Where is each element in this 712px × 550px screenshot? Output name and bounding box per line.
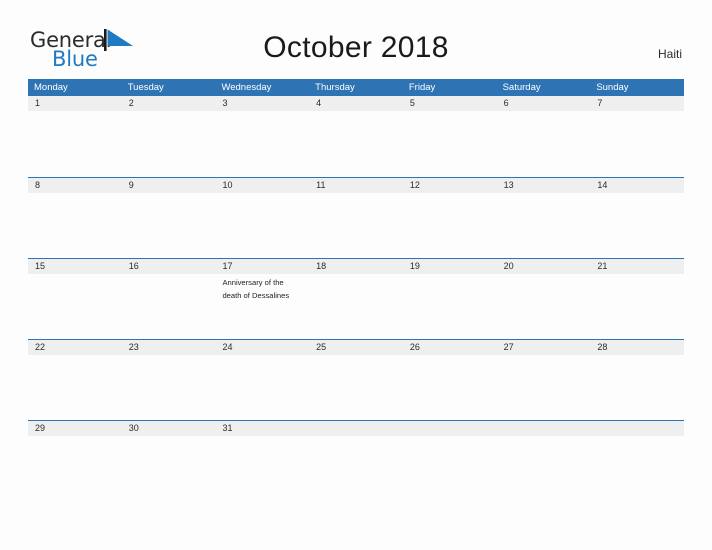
day-event (497, 193, 591, 258)
calendar-grid: Monday Tuesday Wednesday Thursday Friday… (28, 79, 684, 501)
day-number-empty (590, 421, 684, 436)
week-number-band: 1 2 3 4 5 6 7 (28, 96, 684, 111)
day-number[interactable]: 29 (28, 421, 122, 436)
day-event (590, 274, 684, 339)
day-event (309, 111, 403, 176)
country-label: Haiti (657, 47, 682, 61)
day-number[interactable]: 10 (215, 178, 309, 193)
day-event (28, 111, 122, 176)
weekday-header-thursday: Thursday (315, 82, 355, 93)
day-number[interactable]: 22 (28, 340, 122, 355)
day-event (590, 111, 684, 176)
day-number[interactable]: 4 (309, 96, 403, 111)
day-event (590, 436, 684, 501)
day-event (122, 111, 216, 176)
week-number-band: 22 23 24 25 26 27 28 (28, 340, 684, 355)
day-number-empty (309, 421, 403, 436)
day-number[interactable]: 16 (122, 259, 216, 274)
day-number[interactable]: 24 (215, 340, 309, 355)
day-number[interactable]: 19 (403, 259, 497, 274)
day-number[interactable]: 9 (122, 178, 216, 193)
day-event (28, 274, 122, 339)
page-header: General Blue October 2018 Haiti (0, 0, 712, 78)
day-number[interactable]: 11 (309, 178, 403, 193)
day-event (122, 274, 216, 339)
day-event (497, 355, 591, 420)
day-number[interactable]: 27 (497, 340, 591, 355)
day-event (497, 111, 591, 176)
day-number[interactable]: 8 (28, 178, 122, 193)
calendar-week-row: 22 23 24 25 26 27 28 (28, 339, 684, 420)
day-number[interactable]: 17 (215, 259, 309, 274)
weekday-header-saturday: Saturday (502, 82, 541, 93)
day-number[interactable]: 12 (403, 178, 497, 193)
day-number[interactable]: 18 (309, 259, 403, 274)
day-number[interactable]: 30 (122, 421, 216, 436)
day-event (309, 436, 403, 501)
weekday-header-tuesday: Tuesday (127, 82, 164, 93)
day-event (403, 111, 497, 176)
weekday-header-row: Monday Tuesday Wednesday Thursday Friday… (28, 79, 684, 96)
page-title: October 2018 (263, 31, 449, 64)
day-event (215, 436, 309, 501)
day-event (28, 436, 122, 501)
weekday-header-wednesday: Wednesday (221, 82, 272, 93)
day-event (122, 355, 216, 420)
day-event (122, 436, 216, 501)
day-event (28, 193, 122, 258)
day-event (215, 193, 309, 258)
day-number[interactable]: 7 (590, 96, 684, 111)
day-event (403, 193, 497, 258)
week-event-band (28, 111, 684, 176)
week-event-band (28, 193, 684, 258)
day-event-holiday: Anniversary of the death of Dessalines (222, 278, 290, 300)
week-event-band (28, 355, 684, 420)
day-number-empty (403, 421, 497, 436)
week-number-band: 15 16 17 18 19 20 21 (28, 259, 684, 274)
day-number[interactable]: 1 (28, 96, 122, 111)
weekday-header-monday: Monday (34, 82, 68, 93)
day-event (497, 274, 591, 339)
day-event (403, 355, 497, 420)
day-event (215, 355, 309, 420)
day-number[interactable]: 5 (403, 96, 497, 111)
calendar-week-row: 8 9 10 11 12 13 14 (28, 177, 684, 258)
weekday-header-friday: Friday (408, 82, 436, 93)
day-number[interactable]: 14 (590, 178, 684, 193)
day-event (215, 111, 309, 176)
day-event (309, 193, 403, 258)
day-number[interactable]: 13 (497, 178, 591, 193)
day-event (403, 436, 497, 501)
day-event (309, 274, 403, 339)
day-number[interactable]: 25 (309, 340, 403, 355)
week-number-band: 8 9 10 11 12 13 14 (28, 178, 684, 193)
day-number-empty (497, 421, 591, 436)
day-event (309, 355, 403, 420)
calendar-page: General Blue October 2018 Haiti Monday T… (0, 0, 712, 550)
day-event (497, 436, 591, 501)
week-number-band: 29 30 31 (28, 421, 684, 436)
day-number[interactable]: 3 (215, 96, 309, 111)
calendar-week-row: 29 30 31 (28, 420, 684, 501)
week-event-band: Anniversary of the death of Dessalines (28, 274, 684, 339)
day-number[interactable]: 6 (497, 96, 591, 111)
day-number[interactable]: 28 (590, 340, 684, 355)
day-number[interactable]: 26 (403, 340, 497, 355)
day-number[interactable]: 31 (215, 421, 309, 436)
day-number[interactable]: 2 (122, 96, 216, 111)
day-event (403, 274, 497, 339)
week-event-band (28, 436, 684, 501)
day-number[interactable]: 20 (497, 259, 591, 274)
day-number[interactable]: 15 (28, 259, 122, 274)
weekday-header-sunday: Sunday (596, 82, 629, 93)
day-event (122, 193, 216, 258)
day-event (28, 355, 122, 420)
calendar-week-row: 15 16 17 18 19 20 21 Anniversary of the … (28, 258, 684, 339)
day-event (590, 193, 684, 258)
calendar-week-row: 1 2 3 4 5 6 7 (28, 96, 684, 177)
day-event (590, 355, 684, 420)
day-number[interactable]: 21 (590, 259, 684, 274)
day-number[interactable]: 23 (122, 340, 216, 355)
